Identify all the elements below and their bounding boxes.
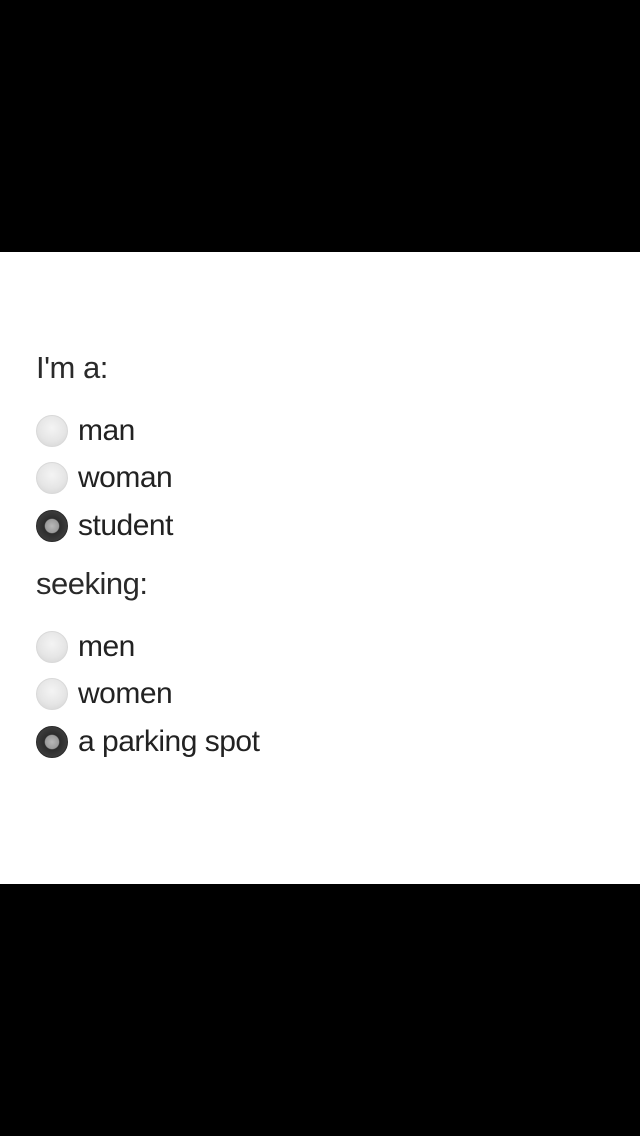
option-label: woman [78, 461, 173, 494]
radio-option-student[interactable]: student [36, 508, 173, 544]
radio-option-a-parking-spot[interactable]: a parking spot [36, 724, 260, 760]
bottom-black-bar [0, 884, 640, 1136]
radio-option-man[interactable]: man [36, 413, 135, 449]
option-label: man [78, 414, 135, 447]
seeking-heading: seeking: [36, 566, 148, 601]
radio-unselected-icon[interactable] [36, 678, 68, 710]
radio-selected-icon[interactable] [36, 510, 68, 542]
radio-option-women[interactable]: women [36, 676, 173, 712]
option-label: women [78, 677, 173, 710]
radio-option-men[interactable]: men [36, 629, 135, 665]
radio-selected-icon[interactable] [36, 726, 68, 758]
option-label: men [78, 630, 135, 663]
option-label: a parking spot [78, 725, 260, 758]
option-label: student [78, 509, 173, 542]
radio-option-woman[interactable]: woman [36, 460, 173, 496]
iam-heading: I'm a: [36, 350, 108, 385]
radio-unselected-icon[interactable] [36, 462, 68, 494]
top-black-bar [0, 0, 640, 252]
form-panel: I'm a: man woman student seeking: men wo… [0, 252, 640, 884]
radio-unselected-icon[interactable] [36, 631, 68, 663]
radio-unselected-icon[interactable] [36, 415, 68, 447]
screen: I'm a: man woman student seeking: men wo… [0, 0, 640, 1136]
